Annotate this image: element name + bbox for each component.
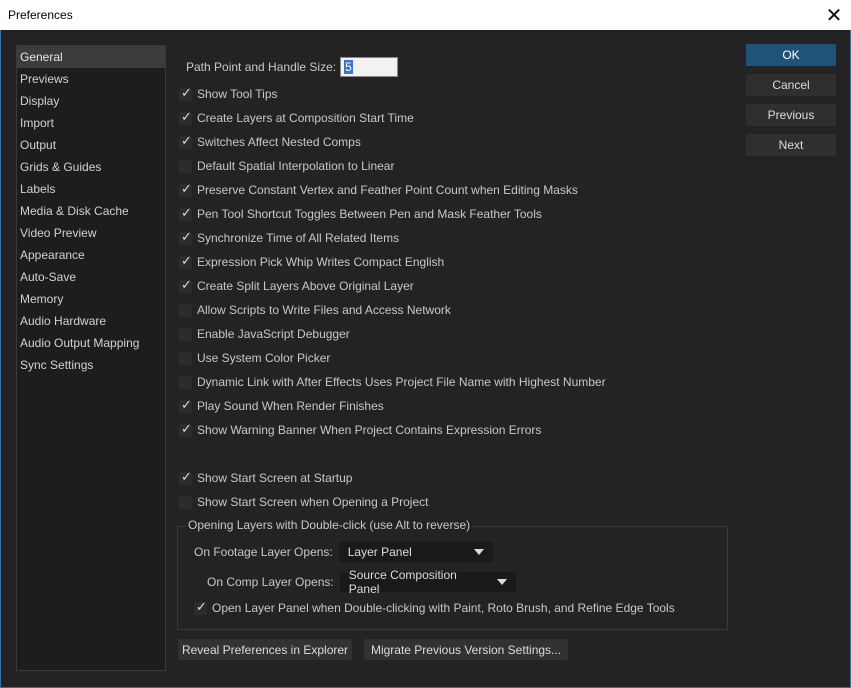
footage-layer-row: On Footage Layer Opens: Layer Panel bbox=[194, 542, 493, 562]
checkbox[interactable] bbox=[179, 206, 192, 221]
footage-layer-value: Layer Panel bbox=[347, 545, 412, 559]
checkbox-label: Show Tool Tips bbox=[197, 87, 278, 101]
title-bar: Preferences ✕ bbox=[0, 0, 851, 30]
checkbox-label: Open Layer Panel when Double-clicking wi… bbox=[212, 601, 675, 615]
sidebar-item-audio-hardware[interactable]: Audio Hardware bbox=[17, 310, 165, 332]
footage-layer-label: On Footage Layer Opens: bbox=[194, 545, 333, 559]
checkbox[interactable] bbox=[179, 86, 192, 101]
chevron-down-icon bbox=[496, 579, 507, 585]
checkbox[interactable] bbox=[194, 600, 207, 615]
checkbox-row[interactable]: Create Layers at Composition Start Time bbox=[179, 110, 414, 126]
checkbox[interactable] bbox=[179, 470, 192, 485]
sidebar-item-media-disk-cache[interactable]: Media & Disk Cache bbox=[17, 200, 165, 222]
comp-layer-row: On Comp Layer Opens: Source Composition … bbox=[207, 568, 516, 596]
checkbox-row[interactable]: Default Spatial Interpolation to Linear bbox=[179, 158, 394, 174]
checkbox-label: Expression Pick Whip Writes Compact Engl… bbox=[197, 255, 445, 269]
chevron-down-icon bbox=[473, 549, 484, 555]
opening-layers-group: Opening Layers with Double-click (use Al… bbox=[177, 518, 728, 630]
checkbox[interactable] bbox=[179, 303, 192, 317]
checkbox-row[interactable]: Preserve Constant Vertex and Feather Poi… bbox=[179, 182, 578, 198]
window-title: Preferences bbox=[8, 8, 73, 22]
checkbox[interactable] bbox=[179, 230, 192, 245]
checkbox[interactable] bbox=[179, 134, 192, 149]
checkbox-label: Default Spatial Interpolation to Linear bbox=[197, 159, 395, 173]
sidebar-item-previews[interactable]: Previews bbox=[17, 68, 165, 90]
checkbox[interactable] bbox=[179, 398, 192, 413]
checkbox-label: Enable JavaScript Debugger bbox=[197, 327, 350, 341]
checkbox-label: Switches Affect Nested Comps bbox=[197, 135, 361, 149]
sidebar-item-output[interactable]: Output bbox=[17, 134, 165, 156]
sidebar-item-auto-save[interactable]: Auto-Save bbox=[17, 266, 165, 288]
sidebar-item-display[interactable]: Display bbox=[17, 90, 165, 112]
sidebar-item-grids-guides[interactable]: Grids & Guides bbox=[17, 156, 165, 178]
previous-button[interactable]: Previous bbox=[746, 104, 836, 126]
comp-layer-dropdown[interactable]: Source Composition Panel bbox=[339, 568, 516, 596]
checkbox-label: Allow Scripts to Write Files and Access … bbox=[197, 303, 451, 317]
next-button[interactable]: Next bbox=[746, 134, 836, 156]
checkbox-label: Pen Tool Shortcut Toggles Between Pen an… bbox=[197, 207, 542, 221]
checkbox[interactable] bbox=[179, 351, 192, 365]
open-layer-panel-row[interactable]: Open Layer Panel when Double-clicking wi… bbox=[194, 600, 675, 616]
checkbox[interactable] bbox=[179, 495, 192, 509]
checkbox-label: Use System Color Picker bbox=[197, 351, 331, 365]
checkbox-label: Preserve Constant Vertex and Feather Poi… bbox=[197, 183, 578, 197]
sidebar-item-labels[interactable]: Labels bbox=[17, 178, 165, 200]
checkbox-row[interactable]: Use System Color Picker bbox=[179, 350, 330, 366]
path-point-label: Path Point and Handle Size: bbox=[186, 60, 337, 74]
checkbox-row[interactable]: Show Warning Banner When Project Contain… bbox=[179, 422, 541, 438]
checkbox[interactable] bbox=[179, 182, 192, 197]
sidebar-item-appearance[interactable]: Appearance bbox=[17, 244, 165, 266]
migrate-settings-button[interactable]: Migrate Previous Version Settings... bbox=[364, 639, 568, 660]
checkbox[interactable] bbox=[179, 159, 192, 173]
checkbox-row[interactable]: Allow Scripts to Write Files and Access … bbox=[179, 302, 451, 318]
sidebar-item-general[interactable]: General bbox=[17, 46, 165, 68]
reveal-preferences-button[interactable]: Reveal Preferences in Explorer bbox=[178, 639, 352, 660]
checkbox[interactable] bbox=[179, 375, 192, 389]
category-sidebar: General Previews Display Import Output G… bbox=[16, 45, 166, 671]
preferences-dialog: General Previews Display Import Output G… bbox=[0, 30, 851, 688]
sidebar-item-memory[interactable]: Memory bbox=[17, 288, 165, 310]
sidebar-item-audio-output-mapping[interactable]: Audio Output Mapping bbox=[17, 332, 165, 354]
checkbox-label: Play Sound When Render Finishes bbox=[197, 399, 384, 413]
comp-layer-label: On Comp Layer Opens: bbox=[207, 575, 334, 589]
checkbox-row[interactable]: Expression Pick Whip Writes Compact Engl… bbox=[179, 254, 444, 270]
sidebar-item-import[interactable]: Import bbox=[17, 112, 165, 134]
comp-layer-value: Source Composition Panel bbox=[348, 568, 457, 596]
checkbox-label: Dynamic Link with After Effects Uses Pro… bbox=[197, 375, 606, 389]
path-point-row: Path Point and Handle Size: 5 bbox=[186, 57, 399, 77]
checkbox-row[interactable]: Show Tool Tips bbox=[179, 86, 278, 102]
checkbox-row[interactable]: Dynamic Link with After Effects Uses Pro… bbox=[179, 374, 606, 390]
opening-layers-title: Opening Layers with Double-click (use Al… bbox=[186, 518, 473, 532]
checkbox[interactable] bbox=[179, 254, 192, 269]
checkbox-row[interactable]: Enable JavaScript Debugger bbox=[179, 326, 350, 342]
checkbox[interactable] bbox=[179, 327, 192, 341]
checkbox-row[interactable]: Create Split Layers Above Original Layer bbox=[179, 278, 414, 294]
startup-checkbox-row[interactable]: Show Start Screen at Startup bbox=[179, 470, 352, 486]
checkbox-label: Show Warning Banner When Project Contain… bbox=[197, 423, 542, 437]
checkbox-label: Synchronize Time of All Related Items bbox=[197, 231, 400, 245]
checkbox-label: Show Start Screen when Opening a Project bbox=[197, 495, 429, 509]
path-point-size-value: 5 bbox=[344, 60, 353, 74]
sidebar-item-video-preview[interactable]: Video Preview bbox=[17, 222, 165, 244]
path-point-size-input[interactable]: 5 bbox=[340, 57, 399, 77]
startup-checkbox-row[interactable]: Show Start Screen when Opening a Project bbox=[179, 494, 428, 510]
ok-button[interactable]: OK bbox=[746, 44, 836, 66]
cancel-button[interactable]: Cancel bbox=[746, 74, 836, 96]
close-icon[interactable]: ✕ bbox=[817, 0, 851, 30]
checkbox-label: Show Start Screen at Startup bbox=[197, 471, 353, 485]
checkbox-row[interactable]: Switches Affect Nested Comps bbox=[179, 134, 361, 150]
sidebar-item-sync-settings[interactable]: Sync Settings bbox=[17, 354, 165, 376]
checkbox-label: Create Layers at Composition Start Time bbox=[197, 111, 414, 125]
checkbox[interactable] bbox=[179, 278, 192, 293]
footage-layer-dropdown[interactable]: Layer Panel bbox=[338, 542, 493, 562]
checkbox[interactable] bbox=[179, 110, 192, 125]
checkbox-label: Create Split Layers Above Original Layer bbox=[197, 279, 414, 293]
checkbox[interactable] bbox=[179, 422, 192, 437]
checkbox-row[interactable]: Synchronize Time of All Related Items bbox=[179, 230, 399, 246]
checkbox-row[interactable]: Play Sound When Render Finishes bbox=[179, 398, 384, 414]
checkbox-row[interactable]: Pen Tool Shortcut Toggles Between Pen an… bbox=[179, 206, 542, 222]
